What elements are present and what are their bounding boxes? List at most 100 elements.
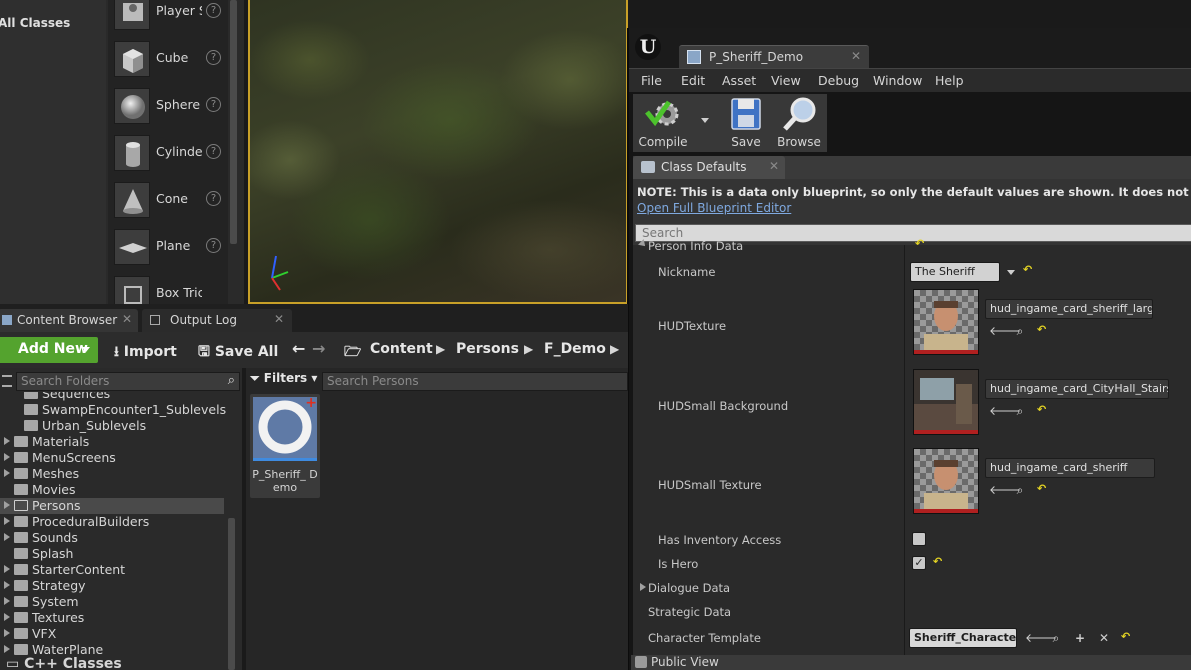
expand-arrow-icon[interactable] (4, 501, 10, 509)
folder-item-urban-sublevels[interactable]: Urban_Sublevels (0, 418, 224, 434)
breadcrumb-content[interactable]: Content (370, 341, 433, 357)
folder-item-strategy[interactable]: Strategy (0, 578, 224, 594)
category-dialogue-data[interactable]: Dialogue Data (633, 577, 1191, 599)
folder-item-vfx[interactable]: VFX (0, 626, 224, 642)
help-icon[interactable]: ? (206, 3, 221, 18)
back-button[interactable]: ← (292, 339, 305, 358)
help-icon[interactable]: ? (206, 144, 221, 159)
browse-magnifier-icon[interactable]: ⌕ (1049, 631, 1063, 645)
save-all-button[interactable]: 🖫 Save All (198, 341, 278, 365)
breadcrumb-separator-icon[interactable]: ▶ (436, 342, 445, 356)
hud-small-background-thumbnail[interactable] (913, 369, 979, 435)
place-item-plane[interactable]: Plane ? (108, 225, 228, 271)
folder-tree-scrollbar[interactable] (228, 518, 235, 670)
tab-output-log[interactable]: Output Log ✕ (142, 309, 292, 332)
public-view-checkbox[interactable] (635, 656, 647, 668)
folder-item-menuscreens[interactable]: MenuScreens (0, 450, 224, 466)
folder-item-sounds[interactable]: Sounds (0, 530, 224, 546)
reset-default-icon[interactable]: ↶ (1037, 323, 1046, 336)
menu-asset[interactable]: Asset (722, 73, 756, 88)
open-full-editor-link[interactable]: Open Full Blueprint Editor (637, 201, 791, 215)
has-inventory-access-checkbox[interactable] (912, 532, 926, 546)
expand-arrow-icon[interactable] (4, 533, 10, 541)
hud-small-texture-thumbnail[interactable] (913, 448, 979, 514)
hud-texture-thumbnail[interactable] (913, 289, 979, 355)
breadcrumb-f-demo[interactable]: F_Demo (544, 341, 606, 357)
breadcrumb-persons[interactable]: Persons (456, 341, 519, 357)
place-list-scrollbar[interactable] (230, 0, 237, 244)
use-selected-arrow-icon[interactable]: 🡐 (1025, 631, 1057, 645)
place-item-cone[interactable]: Cone ? (108, 178, 228, 224)
reset-default-icon[interactable]: ↶ (1121, 630, 1130, 643)
browse-magnifier-icon[interactable]: ⌕ (1013, 404, 1027, 418)
sources-toggle-icon[interactable] (2, 375, 12, 387)
reset-default-icon[interactable]: ↶ (1037, 403, 1046, 416)
hud-texture-asset-picker[interactable]: hud_ingame_card_sheriff_large (985, 299, 1153, 319)
expand-arrow-icon[interactable] (4, 469, 10, 477)
use-selected-arrow-icon[interactable]: 🡐 (989, 324, 1021, 338)
folder-item-proceduralbuilders[interactable]: ProceduralBuilders (0, 514, 224, 530)
expand-arrow-icon[interactable] (4, 629, 10, 637)
window-titlebar[interactable]: U P_Sheriff_Demo ✕ (629, 28, 1191, 68)
folder-item-sequences[interactable]: Sequences (0, 392, 224, 402)
expand-arrow-icon[interactable] (4, 565, 10, 573)
place-item-cube[interactable]: Cube ? (108, 37, 228, 83)
expand-arrow-icon[interactable] (4, 613, 10, 621)
close-icon[interactable]: ✕ (274, 312, 284, 326)
folder-item-meshes[interactable]: Meshes (0, 466, 224, 482)
folder-item-materials[interactable]: Materials (0, 434, 224, 450)
menu-edit[interactable]: Edit (681, 73, 705, 88)
reset-default-icon[interactable]: ↶ (915, 237, 924, 250)
help-icon[interactable]: ? (206, 50, 221, 65)
expand-arrow-icon[interactable] (4, 645, 10, 653)
expand-arrow-icon[interactable] (4, 517, 10, 525)
use-selected-arrow-icon[interactable]: 🡐 (989, 483, 1021, 497)
browse-button[interactable]: Browse (773, 94, 825, 152)
character-template-picker[interactable]: Sheriff_Character (909, 628, 1017, 648)
chevron-down-icon[interactable] (1007, 270, 1015, 275)
browse-magnifier-icon[interactable]: ⌕ (1013, 324, 1027, 338)
reset-default-icon[interactable]: ↶ (933, 555, 942, 568)
menu-view[interactable]: View (771, 73, 801, 88)
add-new-button[interactable]: Add New (0, 337, 98, 363)
is-hero-checkbox[interactable]: ✓ (912, 556, 926, 570)
help-icon[interactable]: ? (206, 97, 221, 112)
tab-content-browser[interactable]: Content Browser ✕ (0, 309, 138, 332)
clear-icon[interactable]: ✕ (1097, 631, 1111, 645)
help-icon[interactable]: ? (206, 191, 221, 206)
compile-button[interactable]: Compile (633, 94, 711, 152)
folder-item-splash[interactable]: Splash (0, 546, 224, 562)
folder-item-startercontent[interactable]: StarterContent (0, 562, 224, 578)
breadcrumb-separator-icon[interactable]: ▶ (524, 342, 533, 356)
folder-item-swampencounter1-sublevels[interactable]: SwampEncounter1_Sublevels (0, 402, 226, 418)
place-item-player-start[interactable]: Player S ? (108, 0, 228, 36)
category-person-info-data[interactable]: Person Info Data ↶ (633, 237, 1191, 257)
close-icon[interactable]: ✕ (122, 312, 132, 326)
folder-item-textures[interactable]: Textures (0, 610, 224, 626)
place-item-cylinder[interactable]: Cylinder ? (108, 131, 228, 177)
expand-arrow-icon[interactable] (4, 437, 10, 445)
close-icon[interactable]: ✕ (851, 49, 861, 63)
use-selected-arrow-icon[interactable]: 🡐 (989, 404, 1021, 418)
asset-tile-p-sheriff-demo[interactable]: + P_Sheriff_ Demo (250, 394, 320, 498)
browse-magnifier-icon[interactable]: ⌕ (1013, 483, 1027, 497)
folder-item-persons[interactable]: Persons (0, 498, 224, 514)
menu-help[interactable]: Help (935, 73, 964, 88)
hud-small-texture-asset-picker[interactable]: hud_ingame_card_sheriff (985, 458, 1155, 478)
place-item-sphere[interactable]: Sphere ? (108, 84, 228, 130)
folder-item-movies[interactable]: Movies (0, 482, 224, 498)
category-all-classes[interactable]: All Classes (0, 16, 70, 30)
expand-arrow-icon[interactable] (4, 597, 10, 605)
level-viewport[interactable] (248, 0, 628, 304)
place-item-box-trigger[interactable]: Box Tric (108, 272, 228, 304)
chevron-down-icon[interactable] (701, 118, 709, 123)
nickname-field[interactable]: The Sheriff (910, 262, 1000, 282)
breadcrumb-separator-icon[interactable]: ▶ (610, 342, 619, 356)
filters-button[interactable]: ⏷ Filters ▾ (250, 371, 320, 391)
reset-default-icon[interactable]: ↶ (1037, 482, 1046, 495)
hud-small-background-asset-picker[interactable]: hud_ingame_card_CityHall_Stairs (985, 379, 1169, 399)
menu-debug[interactable]: Debug (818, 73, 859, 88)
close-icon[interactable]: ✕ (769, 159, 779, 173)
menu-file[interactable]: File (641, 73, 662, 88)
expand-arrow-icon[interactable] (4, 581, 10, 589)
